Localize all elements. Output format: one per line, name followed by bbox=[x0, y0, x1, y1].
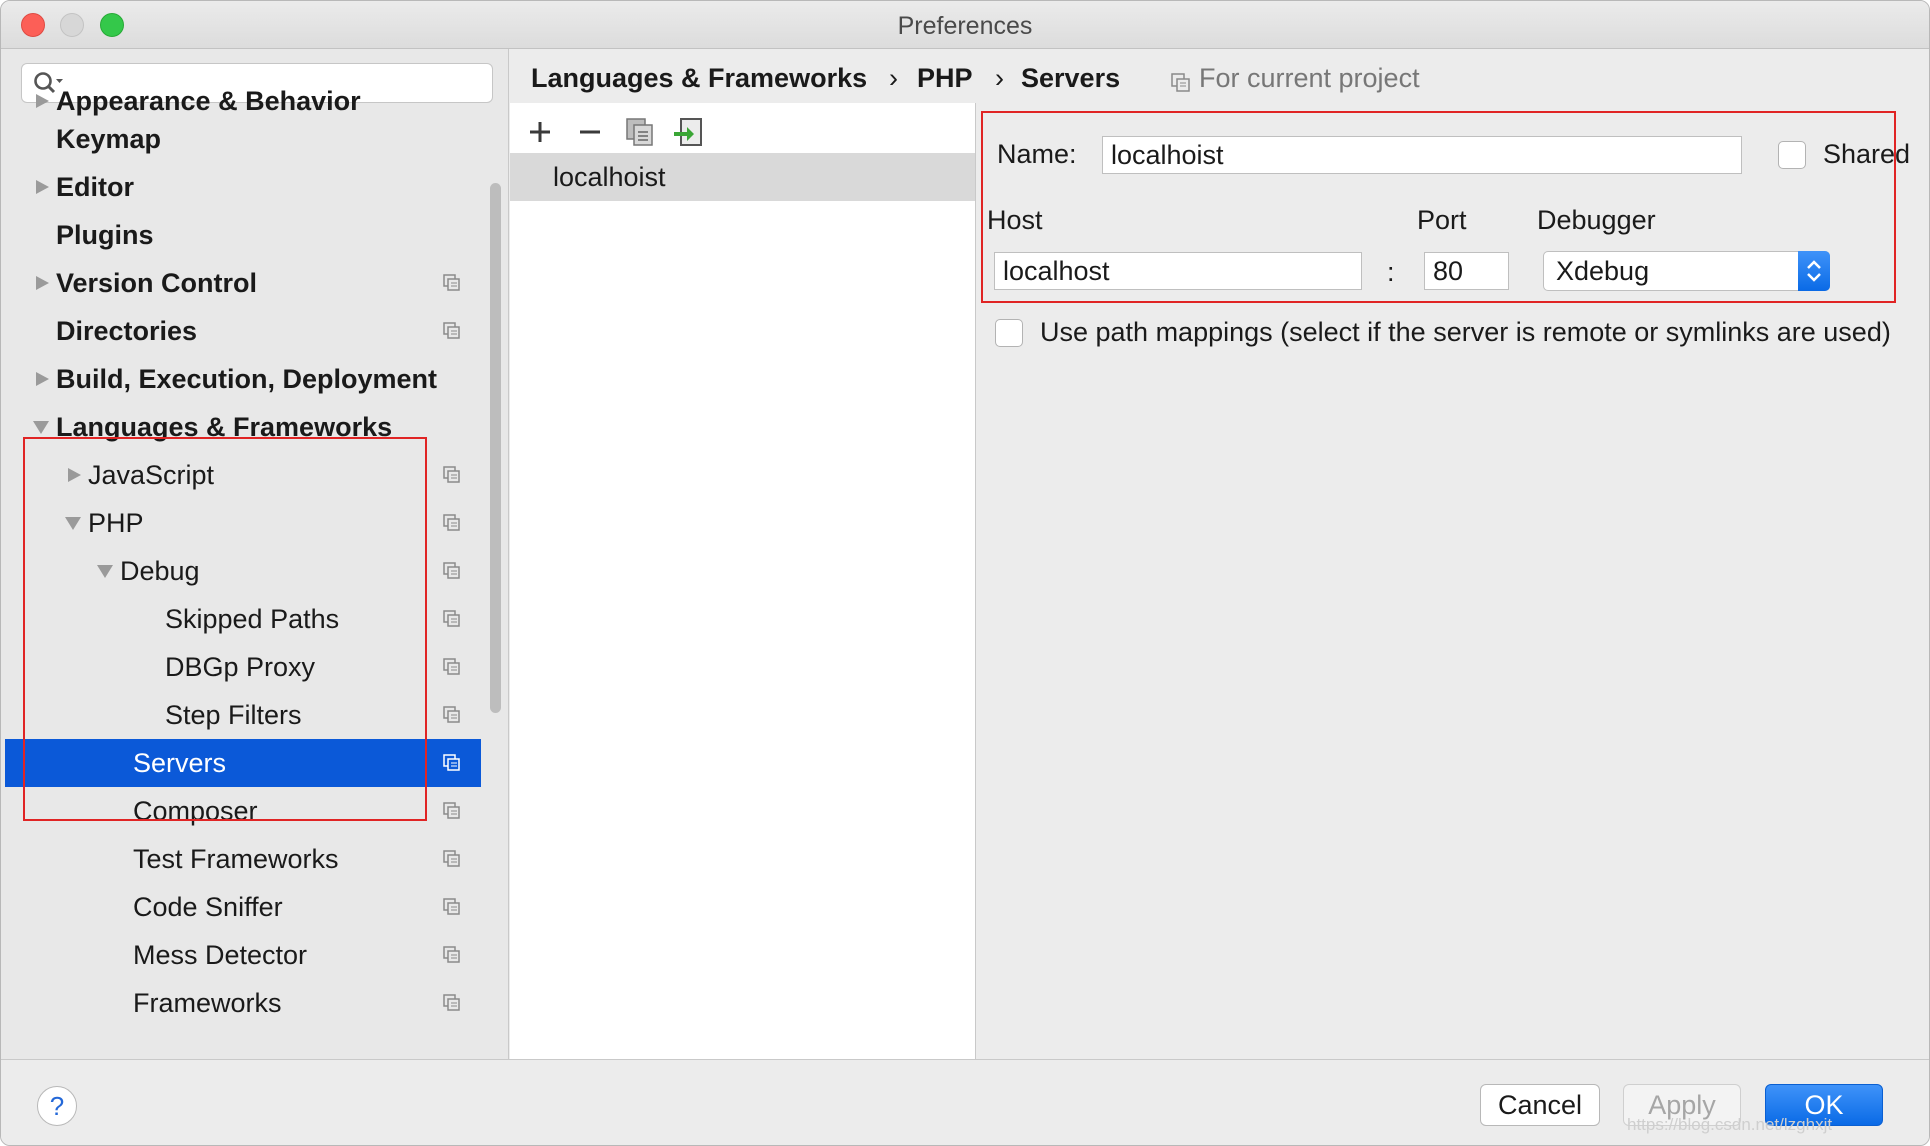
breadcrumb-separator: › bbox=[995, 63, 1004, 93]
import-icon[interactable] bbox=[671, 115, 705, 149]
project-settings-icon bbox=[443, 754, 460, 771]
sidebar-item-code-sniffer[interactable]: Code Sniffer bbox=[5, 883, 481, 931]
sidebar-item-composer[interactable]: Composer bbox=[5, 787, 481, 835]
host-port-colon: : bbox=[1387, 257, 1395, 287]
shared-label: Shared bbox=[1823, 139, 1911, 169]
project-settings-icon bbox=[443, 610, 460, 627]
name-field[interactable]: localhoist bbox=[1102, 136, 1742, 174]
sidebar-item-version-control[interactable]: Version Control bbox=[5, 259, 481, 307]
add-icon[interactable] bbox=[523, 115, 557, 149]
project-settings-icon bbox=[443, 946, 460, 963]
sidebar-item-javascript[interactable]: JavaScript bbox=[5, 451, 481, 499]
host-label: Host bbox=[987, 205, 1043, 235]
help-button[interactable]: ? bbox=[37, 1086, 77, 1126]
project-settings-icon bbox=[443, 322, 460, 339]
sidebar-item-servers[interactable]: Servers bbox=[5, 739, 481, 787]
project-settings-icon bbox=[443, 562, 460, 579]
sidebar-item-debug[interactable]: Debug bbox=[5, 547, 481, 595]
window-title: Preferences bbox=[897, 12, 1033, 40]
shared-checkbox[interactable] bbox=[1778, 141, 1806, 169]
project-settings-icon bbox=[443, 514, 460, 531]
scope-label: For current project bbox=[1199, 63, 1420, 93]
sidebar-item-plugins[interactable]: Plugins bbox=[5, 211, 481, 259]
sidebar-item-mess-detector[interactable]: Mess Detector bbox=[5, 931, 481, 979]
sidebar-scrollbar[interactable] bbox=[487, 133, 503, 1059]
expand-arrow-icon[interactable] bbox=[33, 163, 53, 211]
sidebar-item-step-filters[interactable]: Step Filters bbox=[5, 691, 481, 739]
project-settings-icon bbox=[443, 706, 460, 723]
sidebar-item-skipped-paths[interactable]: Skipped Paths bbox=[5, 595, 481, 643]
sidebar-item-dbgp-proxy[interactable]: DBGp Proxy bbox=[5, 643, 481, 691]
collapse-arrow-icon[interactable] bbox=[31, 403, 51, 451]
host-field[interactable]: localhost bbox=[994, 252, 1362, 290]
cancel-button[interactable]: Cancel bbox=[1480, 1084, 1600, 1126]
path-mappings-label: Use path mappings (select if the server … bbox=[1040, 317, 1891, 347]
breadcrumb-separator: › bbox=[889, 63, 898, 93]
project-settings-icon bbox=[443, 802, 460, 819]
sidebar-item-editor[interactable]: Editor bbox=[5, 163, 481, 211]
breadcrumb-languages-frameworks: Languages & Frameworks bbox=[531, 63, 868, 93]
copy-icon[interactable] bbox=[623, 115, 657, 149]
path-mappings-checkbox[interactable] bbox=[995, 319, 1023, 347]
sidebar-item-keymap[interactable]: Keymap bbox=[5, 115, 481, 163]
title-bar: Preferences bbox=[1, 1, 1929, 49]
sidebar-item-frameworks[interactable]: Frameworks bbox=[5, 979, 481, 1027]
project-settings-icon bbox=[443, 274, 460, 291]
project-settings-icon bbox=[443, 898, 460, 915]
sidebar-item-directories[interactable]: Directories bbox=[5, 307, 481, 355]
expand-arrow-icon[interactable] bbox=[33, 259, 53, 307]
debugger-select[interactable]: Xdebug bbox=[1543, 251, 1830, 291]
sidebar-item-php[interactable]: PHP bbox=[5, 499, 481, 547]
expand-arrow-icon[interactable] bbox=[33, 355, 53, 403]
project-settings-icon bbox=[443, 466, 460, 483]
port-label: Port bbox=[1417, 205, 1467, 235]
server-list-item[interactable]: localhoist bbox=[510, 153, 975, 201]
preferences-window: Preferences Appearance & Behavior Keymap… bbox=[0, 0, 1930, 1146]
select-arrows-icon[interactable] bbox=[1798, 251, 1830, 291]
sidebar-item-test-frameworks[interactable]: Test Frameworks bbox=[5, 835, 481, 883]
watermark: https://blog.csdn.net/lzghxjt bbox=[1627, 1115, 1833, 1134]
project-scope-icon bbox=[1171, 73, 1190, 92]
sidebar-item-languages-frameworks[interactable]: Languages & Frameworks bbox=[5, 403, 481, 451]
project-settings-icon bbox=[443, 658, 460, 675]
settings-sidebar: Appearance & Behavior Keymap Editor Plug… bbox=[1, 49, 509, 1059]
breadcrumb-php: PHP bbox=[917, 63, 973, 93]
debugger-label: Debugger bbox=[1537, 205, 1656, 235]
project-settings-icon bbox=[443, 994, 460, 1011]
remove-icon[interactable] bbox=[573, 115, 607, 149]
debugger-selected-value: Xdebug bbox=[1556, 256, 1650, 286]
expand-arrow-icon[interactable] bbox=[65, 451, 85, 499]
project-settings-icon bbox=[443, 850, 460, 867]
servers-toolbar bbox=[510, 111, 976, 157]
sidebar-item-build-execution-deployment[interactable]: Build, Execution, Deployment bbox=[5, 355, 481, 403]
name-label: Name: bbox=[997, 139, 1077, 169]
collapse-arrow-icon[interactable] bbox=[95, 547, 115, 595]
breadcrumb-servers: Servers bbox=[1021, 63, 1121, 93]
sidebar-scroll-thumb[interactable] bbox=[490, 183, 501, 713]
port-field[interactable]: 80 bbox=[1424, 252, 1509, 290]
collapse-arrow-icon[interactable] bbox=[63, 499, 83, 547]
servers-list-panel: localhoist bbox=[510, 103, 976, 1059]
